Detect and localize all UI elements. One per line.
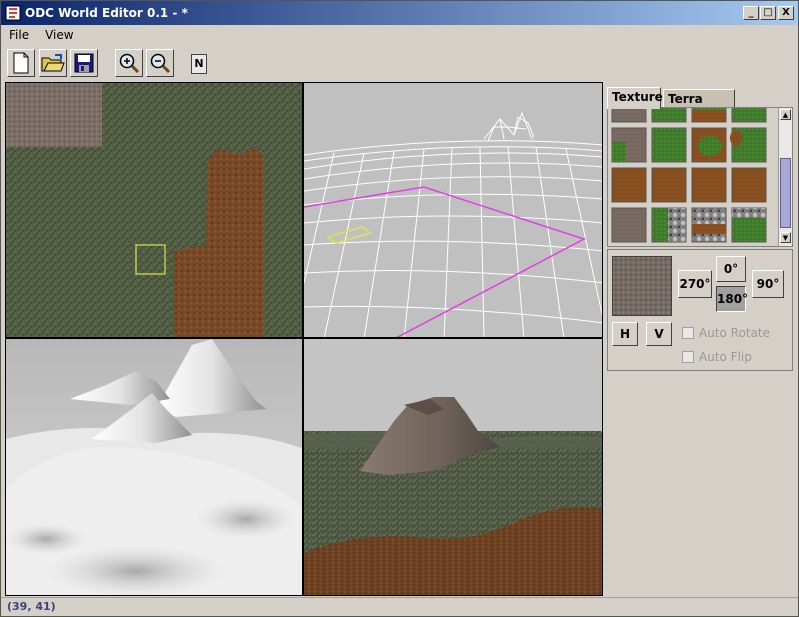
north-toggle-button[interactable]: N xyxy=(191,54,207,74)
window-title: ODC World Editor 0.1 - * xyxy=(25,6,188,20)
zoom-out-icon xyxy=(150,53,171,74)
texture-tiles[interactable] xyxy=(608,108,778,247)
menu-view[interactable]: View xyxy=(37,28,81,42)
texture-selection-panel: 270° 0° 90° 180° H V Auto Rotate Auto Fl… xyxy=(607,249,793,371)
rotate-90-button[interactable]: 90° xyxy=(752,270,784,298)
texture-sidebar: Texture Terra Form xyxy=(607,85,793,595)
selected-texture-preview xyxy=(612,256,672,316)
save-button[interactable] xyxy=(70,49,98,77)
heightmap-view[interactable] xyxy=(5,338,303,596)
zoom-in-icon xyxy=(119,53,140,74)
textured-3d-view[interactable] xyxy=(303,338,603,596)
scroll-up-arrow-icon[interactable]: ▲ xyxy=(780,109,791,120)
auto-flip-checkbox[interactable]: Auto Flip xyxy=(682,350,752,364)
floppy-disk-icon xyxy=(74,53,94,73)
auto-rotate-checkbox[interactable]: Auto Rotate xyxy=(682,326,770,340)
maximize-button[interactable]: □ xyxy=(760,6,776,20)
texture-palette: ▲ ▼ xyxy=(607,107,793,247)
top-down-map[interactable] xyxy=(6,83,303,338)
toolbar xyxy=(1,45,798,81)
menu-file[interactable]: File xyxy=(1,28,37,42)
open-folder-icon xyxy=(41,54,65,72)
zoom-out-button[interactable] xyxy=(146,49,174,77)
close-button[interactable]: X xyxy=(778,6,794,20)
auto-flip-label: Auto Flip xyxy=(699,350,752,364)
tab-texture[interactable]: Texture xyxy=(607,87,663,109)
auto-flip-checkbox-box[interactable] xyxy=(682,351,694,363)
auto-rotate-label: Auto Rotate xyxy=(699,326,770,340)
rotate-0-button[interactable]: 0° xyxy=(716,256,746,282)
cursor-coordinates: (39, 41) xyxy=(7,600,56,613)
rotate-270-button[interactable]: 270° xyxy=(678,270,712,298)
menu-bar: File View xyxy=(1,25,798,45)
flip-horizontal-button[interactable]: H xyxy=(612,322,638,346)
new-button[interactable] xyxy=(7,49,35,77)
wireframe-view[interactable] xyxy=(303,82,603,338)
texture-scrollbar[interactable]: ▲ ▼ xyxy=(778,108,792,246)
rotate-180-button[interactable]: 180° xyxy=(716,286,748,312)
heightmap-render[interactable] xyxy=(6,339,303,596)
textured-terrain-render[interactable] xyxy=(304,339,603,596)
main-window: ODC World Editor 0.1 - * _ □ X File View xyxy=(0,0,799,617)
status-bar: (39, 41) xyxy=(1,597,798,616)
scroll-down-arrow-icon[interactable]: ▼ xyxy=(780,232,791,243)
app-icon xyxy=(5,5,21,21)
scroll-thumb[interactable] xyxy=(780,158,791,228)
top-down-map-view[interactable] xyxy=(5,82,303,338)
flip-vertical-button[interactable]: V xyxy=(646,322,672,346)
tab-terra-form[interactable]: Terra Form xyxy=(663,89,735,120)
zoom-in-button[interactable] xyxy=(115,49,143,77)
wireframe-terrain[interactable] xyxy=(304,83,603,338)
minimize-button[interactable]: _ xyxy=(743,6,759,20)
auto-rotate-checkbox-box[interactable] xyxy=(682,327,694,339)
new-file-icon xyxy=(13,52,29,74)
open-button[interactable] xyxy=(39,49,67,77)
title-bar[interactable]: ODC World Editor 0.1 - * _ □ X xyxy=(1,1,798,25)
